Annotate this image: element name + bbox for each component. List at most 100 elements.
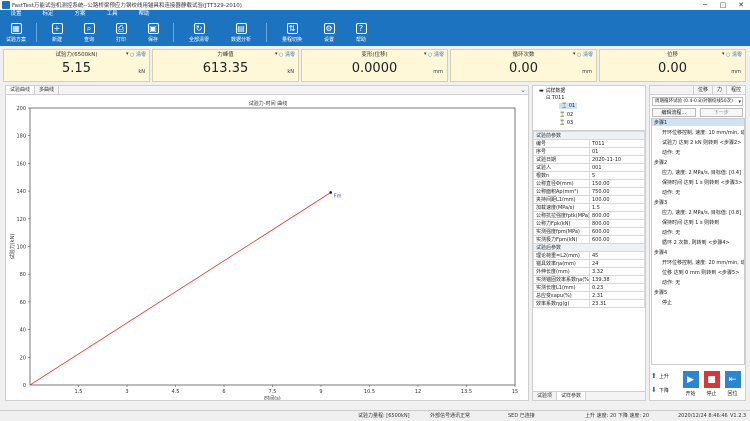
param-name: 锚具效率ηa(mm) xyxy=(533,259,590,268)
param-value[interactable]: 2020-11-10 xyxy=(589,155,645,164)
table-row[interactable]: 理论荷重=L2(mm) 45 xyxy=(533,251,645,260)
tab-program[interactable]: 程控 xyxy=(725,86,745,94)
param-value[interactable]: 139.38 xyxy=(589,275,645,284)
minimize-button[interactable]: ─ xyxy=(696,0,714,10)
param-name: 实测锚固效率系数ηa(%) xyxy=(533,275,590,284)
zero-button[interactable]: ○ 清零 xyxy=(130,51,146,58)
stop-button[interactable]: ■ 停止 xyxy=(702,369,721,397)
table-row[interactable]: 公称直径Φ(mm) 150.00 xyxy=(533,179,645,188)
param-value[interactable]: 0.23 xyxy=(589,283,645,292)
table-row[interactable]: 夹持间距L1(mm) 100.00 xyxy=(533,195,645,204)
zero-label: 清零 xyxy=(284,52,295,58)
param-value[interactable]: 800.00 xyxy=(589,211,645,220)
zero-all-button[interactable]: ↻ 全部清零 xyxy=(178,19,220,46)
table-row[interactable]: 根数n 5 xyxy=(533,171,645,180)
table-row[interactable]: 实测极力Fpm(kN) 600.00 xyxy=(533,235,645,244)
step-title[interactable]: 步骤2 xyxy=(652,159,744,166)
save-button[interactable]: ▣ 保存 xyxy=(137,19,169,46)
table-row[interactable]: 加载速度(MPa/s) 1.5 xyxy=(533,203,645,212)
scheme-button[interactable]: ▦ 试验方案 xyxy=(0,19,32,46)
next-step-button[interactable]: 下一步 xyxy=(699,108,743,117)
settings-button[interactable]: ⚙ 设置 xyxy=(313,19,345,46)
zero-button[interactable]: ○ 清零 xyxy=(428,51,444,58)
tab-sample-params[interactable]: 试样参数 xyxy=(557,392,587,400)
y-tick-label: 100 xyxy=(16,245,26,251)
param-value[interactable]: 5 xyxy=(589,171,645,180)
param-value[interactable]: 600.00 xyxy=(589,235,645,244)
down-button[interactable]: ⬇ 下降 xyxy=(651,384,679,396)
menu-tools[interactable]: 工具 xyxy=(96,10,128,19)
table-row[interactable]: 公称面积Ap(mm²) 750.00 xyxy=(533,187,645,196)
step-line: 停止 xyxy=(662,300,673,306)
param-value[interactable]: 45 xyxy=(589,251,645,260)
tree-sample-item[interactable]: ⌛ 03 xyxy=(559,120,573,126)
param-value[interactable]: 150.00 xyxy=(589,179,645,188)
program-buttons: 编辑流程... 下一步 xyxy=(650,108,745,117)
tree-sample-item[interactable]: ⌛ 01 xyxy=(559,103,578,109)
table-row[interactable]: 实测长度L1(mm) 0.23 xyxy=(533,283,645,292)
chevron-down-icon[interactable]: ▾ xyxy=(573,51,576,57)
table-row[interactable]: 总应变εapu(%) 2.31 xyxy=(533,291,645,300)
close-button[interactable]: ✕ xyxy=(732,0,750,10)
table-section-row: 试验前参数 xyxy=(533,131,645,140)
table-row[interactable]: 试验日期 2020-11-10 xyxy=(533,155,645,164)
step-title[interactable]: 步骤5 xyxy=(652,289,744,296)
up-button[interactable]: ⬆ 上升 xyxy=(651,370,679,382)
param-value[interactable]: 3.32 xyxy=(589,267,645,276)
zero-label: 清零 xyxy=(135,52,146,58)
param-value[interactable]: 23.31 xyxy=(589,299,645,308)
tab-displacement[interactable]: 位移 xyxy=(692,86,712,94)
chevron-down-icon[interactable]: ▾ xyxy=(126,51,129,57)
param-value[interactable]: T011 xyxy=(589,139,645,148)
tree-root-node[interactable]: ⊟ T011 xyxy=(546,95,564,101)
table-row[interactable]: 外伸长度(mm) 3.32 xyxy=(533,267,645,276)
data-analysis-button[interactable]: ▤ 数据分析 xyxy=(220,19,262,46)
help-button[interactable]: ? 帮助 xyxy=(345,19,377,46)
start-button[interactable]: ▶ 开始 xyxy=(681,369,700,397)
return-button[interactable]: ⇤ 回位 xyxy=(723,369,742,397)
sample-tabs: 试验项 试样参数 xyxy=(533,391,645,400)
table-row[interactable]: 效率系数ηg(g) 23.31 xyxy=(533,299,645,308)
maximize-button[interactable]: □ xyxy=(714,0,732,10)
y-tick-label: 40 xyxy=(20,328,26,334)
menu-settings[interactable]: 设置 xyxy=(0,10,32,19)
menu-help[interactable]: 帮助 xyxy=(128,10,160,19)
table-row[interactable]: 编号 T011 xyxy=(533,139,645,148)
tab-force[interactable]: 力 xyxy=(711,86,726,94)
param-value[interactable]: 2.31 xyxy=(589,291,645,300)
range-switch-button[interactable]: ⇅ 量程切换 xyxy=(271,19,313,46)
chevron-down-icon[interactable]: ▾ xyxy=(275,51,278,57)
param-value[interactable]: 1.5 xyxy=(589,203,645,212)
table-row[interactable]: 锚具效率ηa(mm) 24 xyxy=(533,259,645,268)
menu-scheme[interactable]: 方案 xyxy=(64,10,96,19)
chevron-down-icon[interactable]: ▾ xyxy=(424,51,427,57)
table-row[interactable]: 公称抗拉强度fptk(MPa) 800.00 xyxy=(533,211,645,220)
table-row[interactable]: 实测锚固效率系数ηa(%) 139.38 xyxy=(533,275,645,284)
param-value[interactable]: 100.00 xyxy=(589,195,645,204)
param-value[interactable]: 750.00 xyxy=(589,187,645,196)
window-title: FastTest万能试验机测控系统--公路桥梁预应力钢绞线用锚具和连接器静载试验… xyxy=(12,3,242,9)
param-value[interactable]: 24 xyxy=(589,259,645,268)
zero-button[interactable]: ○ 清零 xyxy=(577,51,593,58)
new-button[interactable]: + 新建 xyxy=(41,19,73,46)
zero-button[interactable]: ○ 清零 xyxy=(726,51,742,58)
step-title[interactable]: 步骤4 xyxy=(652,249,744,256)
zero-button[interactable]: ○ 清零 xyxy=(279,51,295,58)
param-value[interactable]: 01 xyxy=(589,147,645,156)
param-value[interactable]: 800.00 xyxy=(589,219,645,228)
print-button[interactable]: ⎙ 打印 xyxy=(105,19,137,46)
param-value[interactable]: 001 xyxy=(589,163,645,172)
tab-test-items[interactable]: 试验项 xyxy=(533,392,558,400)
program-select[interactable]: 周期循环试验 (0.4-0.8)对钢绞线50次) ▾ xyxy=(652,97,743,106)
table-row[interactable]: 试验人 001 xyxy=(533,163,645,172)
tree-sample-item[interactable]: ⌛ 02 xyxy=(559,112,573,118)
query-button[interactable]: ⌕ 查询 xyxy=(73,19,105,46)
param-value[interactable]: 600.00 xyxy=(589,227,645,236)
table-row[interactable]: 实测强度fpm(MPa) 600.00 xyxy=(533,227,645,236)
chevron-down-icon[interactable]: ▾ xyxy=(722,51,725,57)
step-title[interactable]: 步骤3 xyxy=(652,199,744,206)
edit-flow-button[interactable]: 编辑流程... xyxy=(652,108,696,117)
table-row[interactable]: 公称力Fpk(kN) 800.00 xyxy=(533,219,645,228)
table-row[interactable]: 序号 01 xyxy=(533,147,645,156)
menu-calibrate[interactable]: 标定 xyxy=(32,10,64,19)
